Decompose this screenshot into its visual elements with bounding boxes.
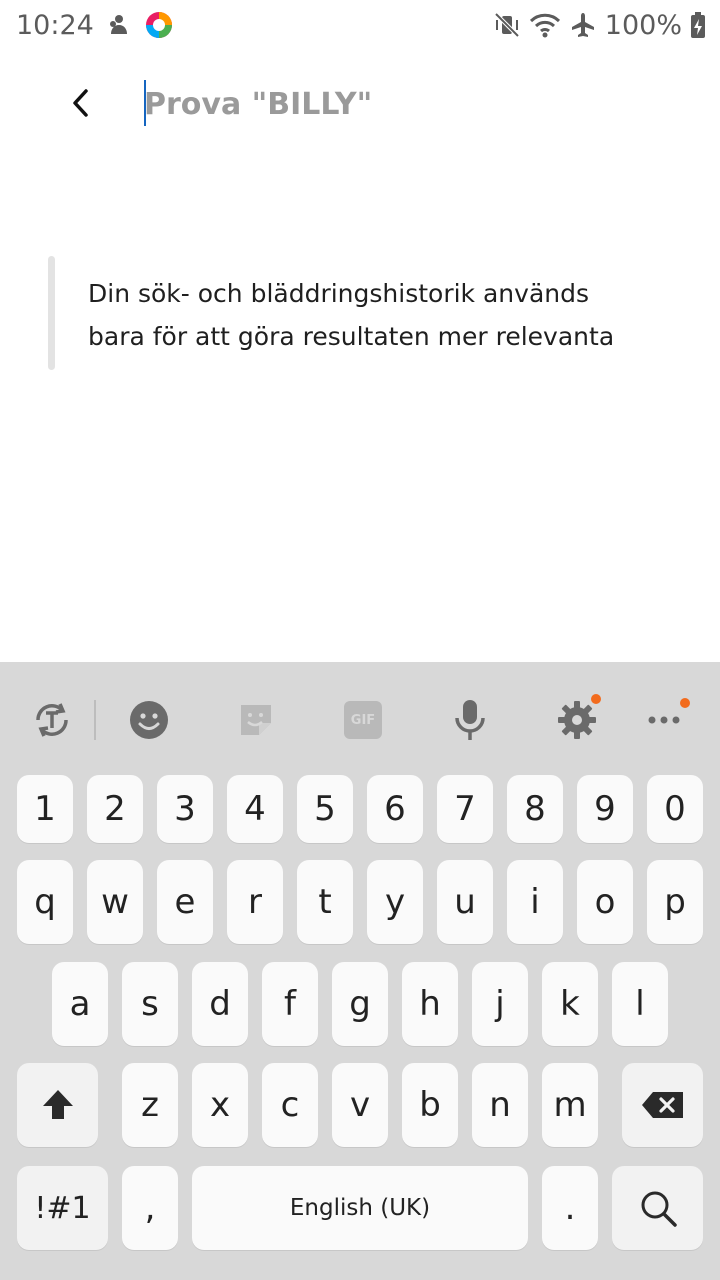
key-b[interactable]: b <box>402 1063 458 1147</box>
search-icon <box>641 1191 677 1227</box>
backspace-key[interactable] <box>622 1063 703 1147</box>
key-4[interactable]: 4 <box>227 775 283 843</box>
key-5[interactable]: 5 <box>297 775 353 843</box>
key-a[interactable]: a <box>52 962 108 1046</box>
key-r[interactable]: r <box>227 860 283 944</box>
keyboard-settings-button[interactable] <box>549 692 605 748</box>
emoji-button[interactable] <box>121 692 177 748</box>
emoji-icon <box>130 701 168 739</box>
key-z[interactable]: z <box>122 1063 178 1147</box>
notification-app-icon <box>106 12 132 38</box>
on-screen-keyboard: GIF 1 2 3 4 5 6 7 8 9 0 q w e r t y u i … <box>0 662 720 1280</box>
search-header <box>0 60 720 150</box>
key-f[interactable]: f <box>262 962 318 1046</box>
status-time: 10:24 <box>16 9 94 41</box>
key-o[interactable]: o <box>577 860 633 944</box>
period-key[interactable]: . <box>542 1166 598 1250</box>
settings-icon <box>558 701 596 739</box>
status-left: 10:24 <box>16 10 174 41</box>
status-right: 100% <box>493 10 706 41</box>
key-6[interactable]: 6 <box>367 775 423 843</box>
comma-key[interactable]: , <box>122 1166 178 1250</box>
key-q[interactable]: q <box>17 860 73 944</box>
key-2[interactable]: 2 <box>87 775 143 843</box>
key-i[interactable]: i <box>507 860 563 944</box>
microphone-icon <box>455 700 485 740</box>
search-key[interactable] <box>612 1166 703 1250</box>
note-line-2: bara för att göra resultaten mer relevan… <box>88 322 615 351</box>
key-0[interactable]: 0 <box>647 775 703 843</box>
key-1[interactable]: 1 <box>17 775 73 843</box>
key-l[interactable]: l <box>612 962 668 1046</box>
note-accent-bar <box>48 256 55 370</box>
wifi-icon <box>529 11 561 39</box>
key-g[interactable]: g <box>332 962 388 1046</box>
key-h[interactable]: h <box>402 962 458 1046</box>
key-x[interactable]: x <box>192 1063 248 1147</box>
backspace-icon <box>641 1092 683 1118</box>
toolbar-divider <box>94 700 96 740</box>
shift-key[interactable] <box>17 1063 98 1147</box>
key-c[interactable]: c <box>262 1063 318 1147</box>
key-d[interactable]: d <box>192 962 248 1046</box>
symbols-key[interactable]: !#1 <box>17 1166 108 1250</box>
more-notification-dot <box>680 698 690 708</box>
voice-input-button[interactable] <box>442 692 498 748</box>
key-3[interactable]: 3 <box>157 775 213 843</box>
key-s[interactable]: s <box>122 962 178 1046</box>
text-translate-icon <box>36 703 68 737</box>
text-cursor <box>144 80 146 126</box>
browser-app-icon <box>144 10 174 40</box>
back-arrow-icon <box>73 89 88 117</box>
key-w[interactable]: w <box>87 860 143 944</box>
vibrate-mute-icon <box>493 11 521 39</box>
space-key[interactable]: English (UK) <box>192 1166 528 1250</box>
key-8[interactable]: 8 <box>507 775 563 843</box>
key-7[interactable]: 7 <box>437 775 493 843</box>
search-input[interactable] <box>144 80 684 128</box>
note-line-1: Din sök- och bläddringshistorik används <box>88 279 590 308</box>
note-text: Din sök- och bläddringshistorik används … <box>88 272 668 358</box>
text-translate-button[interactable] <box>24 692 80 748</box>
search-history-note: Din sök- och bläddringshistorik används … <box>48 256 668 370</box>
more-options-button[interactable] <box>636 692 692 748</box>
key-t[interactable]: t <box>297 860 353 944</box>
back-button[interactable] <box>56 78 106 128</box>
key-j[interactable]: j <box>472 962 528 1046</box>
sticker-icon <box>241 705 271 735</box>
sticker-button[interactable] <box>228 692 284 748</box>
key-9[interactable]: 9 <box>577 775 633 843</box>
more-icon <box>648 716 680 724</box>
battery-level: 100% <box>604 9 682 41</box>
key-v[interactable]: v <box>332 1063 388 1147</box>
keyboard-toolbar: GIF <box>0 662 720 772</box>
key-p[interactable]: p <box>647 860 703 944</box>
key-k[interactable]: k <box>542 962 598 1046</box>
settings-notification-dot <box>591 694 601 704</box>
status-bar: 10:24 100% <box>0 0 720 50</box>
key-e[interactable]: e <box>157 860 213 944</box>
shift-icon <box>42 1090 73 1119</box>
key-u[interactable]: u <box>437 860 493 944</box>
key-n[interactable]: n <box>472 1063 528 1147</box>
key-m[interactable]: m <box>542 1063 598 1147</box>
airplane-mode-icon <box>569 11 597 39</box>
gif-icon: GIF <box>344 701 382 739</box>
battery-charging-icon <box>690 11 706 39</box>
key-y[interactable]: y <box>367 860 423 944</box>
gif-button[interactable]: GIF <box>335 692 391 748</box>
